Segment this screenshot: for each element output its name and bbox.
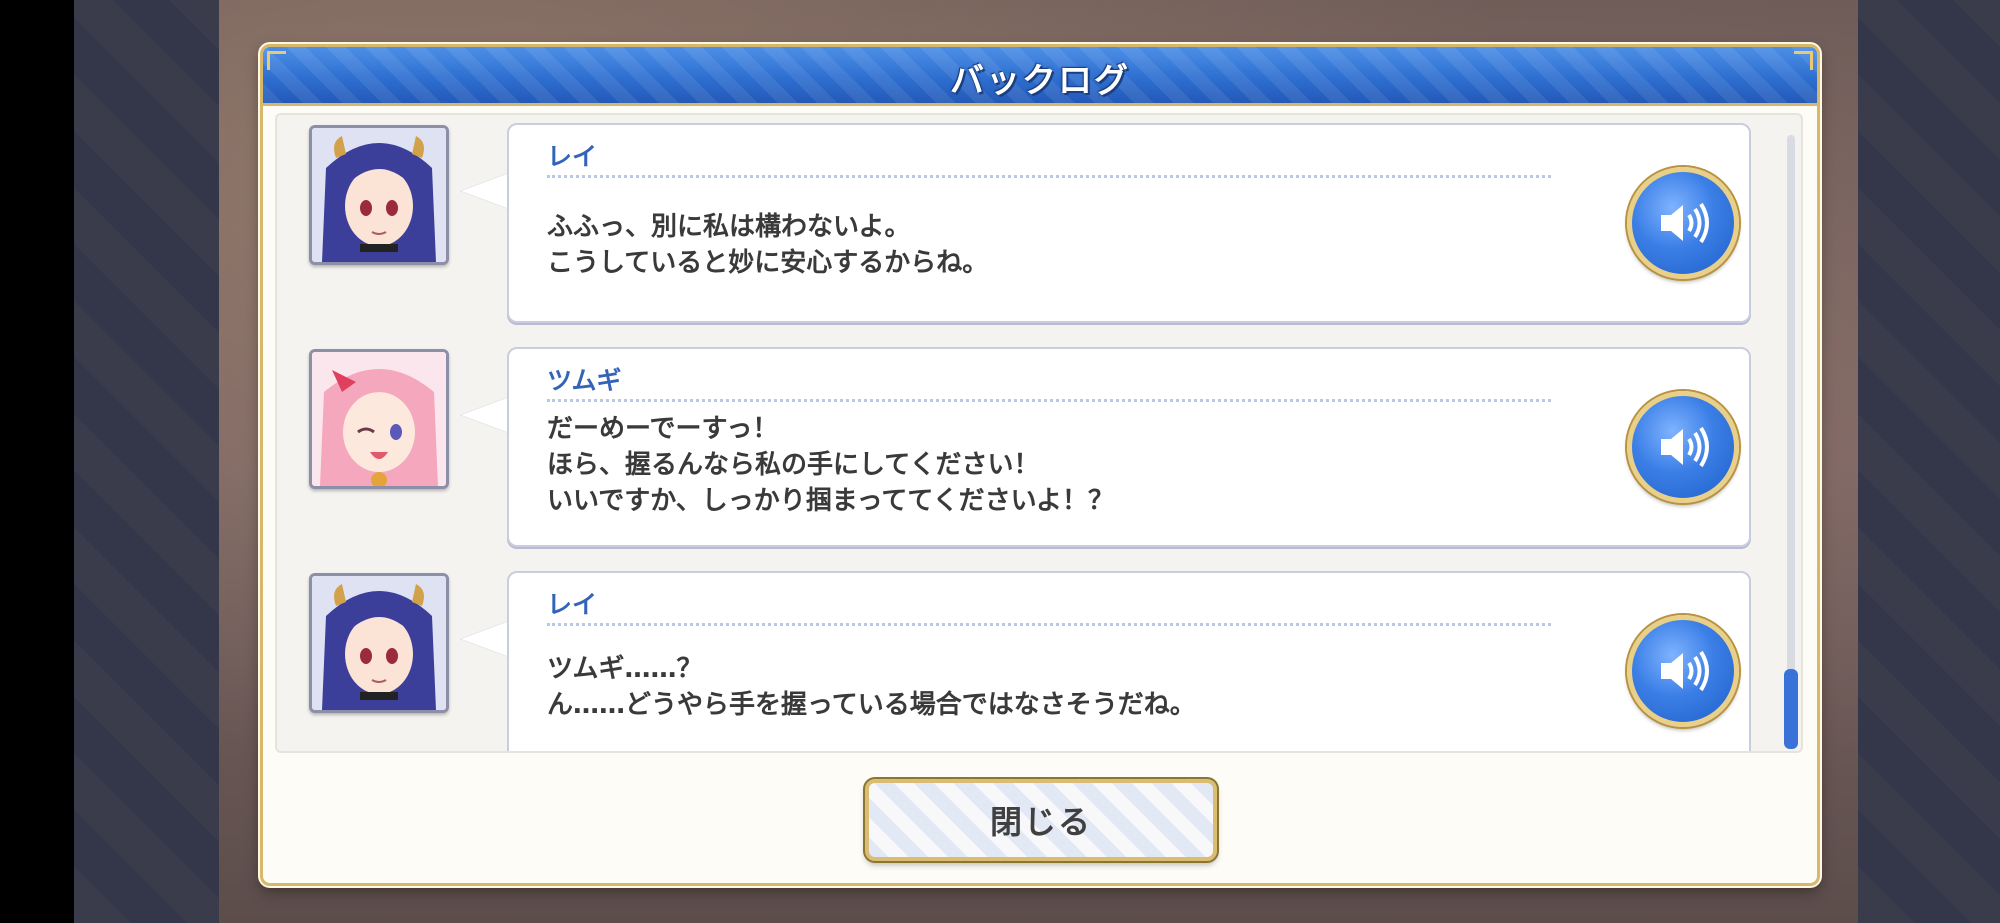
speaker-icon: [1661, 202, 1709, 244]
dialogue-line: いいですか、しっかり掴まっててくださいよ！？: [547, 486, 1115, 516]
dialogue-bubble: レイ ツムギ……？ ん……どうやら手を握っている場合ではなさそうだね。: [507, 571, 1751, 751]
dialogue-line: ふふっ、別に私は構わないよ。: [547, 212, 911, 242]
voice-play-button[interactable]: [1627, 167, 1739, 279]
dialog-titlebar: バックログ: [263, 47, 1817, 106]
right-pattern-panel: [1858, 0, 2000, 923]
dotted-divider: [547, 175, 1551, 178]
dialogue-bubble: ツムギ だーめーでーすっ！ ほら、握るんなら私の手にしてください！ いいですか、…: [507, 347, 1751, 547]
backlog-dialog: バックログ レイ ふふっ、別に私は構わないよ。 こうしていると妙に安心するからね…: [260, 44, 1820, 886]
dialogue-text: ふふっ、別に私は構わないよ。 こうしていると妙に安心するからね。: [547, 209, 988, 281]
speaker-icon: [1661, 650, 1709, 692]
rei-portrait: [312, 128, 446, 262]
voice-play-button[interactable]: [1627, 391, 1739, 503]
backlog-entry: レイ ツムギ……？ ん……どうやら手を握っている場合ではなさそうだね。: [277, 563, 1777, 751]
close-button[interactable]: 閉じる: [865, 779, 1217, 861]
dialogue-bubble: レイ ふふっ、別に私は構わないよ。 こうしていると妙に安心するからね。: [507, 123, 1751, 323]
bubble-tail: [461, 621, 509, 657]
dialogue-line: ん……どうやら手を握っている場合ではなさそうだね。: [547, 690, 1196, 720]
dotted-divider: [547, 399, 1551, 402]
scrollbar-track[interactable]: [1787, 135, 1795, 719]
close-button-label: 閉じる: [989, 803, 1092, 841]
dialog-title: バックログ: [950, 61, 1130, 101]
speaker-name: レイ: [547, 590, 598, 619]
backlog-list[interactable]: レイ ふふっ、別に私は構わないよ。 こうしていると妙に安心するからね。 ツムギ …: [275, 113, 1803, 753]
dialogue-text: ツムギ……？ ん……どうやら手を握っている場合ではなさそうだね。: [547, 651, 1196, 723]
dialogue-line: ツムギ……？: [547, 654, 703, 684]
left-pattern-panel: [74, 0, 219, 923]
scrollbar-thumb[interactable]: [1784, 669, 1798, 749]
dialogue-line: だーめーでーすっ！: [547, 414, 779, 444]
speaker-icon: [1661, 426, 1709, 468]
tsumugi-portrait: [312, 352, 446, 486]
corner-ornament: [1794, 51, 1813, 70]
dotted-divider: [547, 623, 1551, 626]
avatar-rei: [309, 573, 449, 713]
dialogue-line: こうしていると妙に安心するからね。: [547, 248, 989, 278]
voice-play-button[interactable]: [1627, 615, 1739, 727]
speaker-name: レイ: [547, 142, 598, 171]
backlog-entry: ツムギ だーめーでーすっ！ ほら、握るんなら私の手にしてください！ いいですか、…: [277, 339, 1777, 547]
bubble-tail: [461, 397, 509, 433]
backlog-entry: レイ ふふっ、別に私は構わないよ。 こうしていると妙に安心するからね。: [277, 115, 1777, 323]
rei-portrait: [312, 576, 446, 710]
dialogue-text: だーめーでーすっ！ ほら、握るんなら私の手にしてください！ いいですか、しっかり…: [547, 411, 1114, 519]
bubble-tail: [461, 173, 509, 209]
avatar-rei: [309, 125, 449, 265]
avatar-tsumugi: [309, 349, 449, 489]
corner-ornament: [267, 51, 286, 70]
speaker-name: ツムギ: [547, 366, 622, 395]
dialogue-line: ほら、握るんなら私の手にしてください！: [547, 450, 1040, 480]
